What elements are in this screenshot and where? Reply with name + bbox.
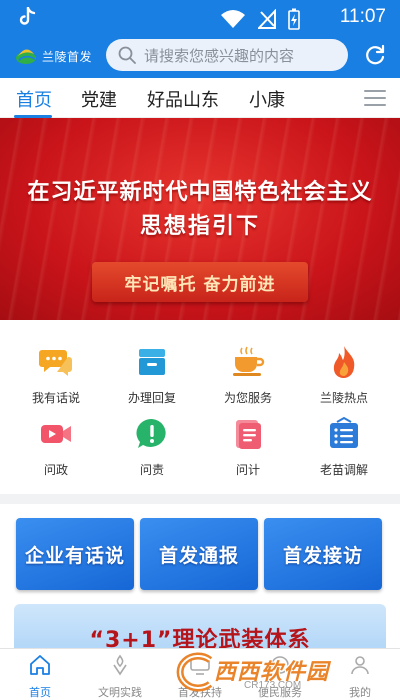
quick-link-label: 问政 [43, 463, 68, 477]
battery-charging-icon [288, 8, 300, 30]
watermark-subtext: CR173.COM [244, 680, 302, 691]
quick-link-speak[interactable]: 我有话说 [8, 344, 104, 414]
feature-cards: 企业有话说 首发通报 首发接访 [0, 514, 400, 592]
quick-link-reply[interactable]: 办理回复 [104, 344, 200, 414]
hero-banner[interactable]: 在习近平新时代中国特色社会主义 思想指引下 牢记嘱托 奋力前进 [0, 118, 400, 320]
card-label: 首发通报 [158, 544, 239, 567]
tiktok-icon [19, 7, 36, 25]
exclamation-icon [136, 418, 166, 448]
nav-civilization[interactable]: 文明实践 [80, 653, 160, 700]
torch-icon [113, 654, 127, 676]
menu-icon[interactable] [364, 90, 386, 106]
banner-ribbon: 牢记嘱托 奋力前进 [92, 262, 308, 302]
coffee-cup-icon [233, 346, 265, 376]
quick-link-wenji[interactable]: 问计 [200, 416, 296, 486]
banner-ribbon-text: 牢记嘱托 奋力前进 [124, 274, 276, 295]
quick-link-hotspot[interactable]: 兰陵热点 [296, 344, 392, 414]
quick-link-label: 问责 [139, 463, 164, 477]
quick-link-label: 问计 [235, 463, 260, 477]
logo-leaf-icon [16, 49, 36, 64]
status-icons [220, 8, 300, 30]
chat-bubbles-icon [39, 350, 72, 376]
card-label: 首发接访 [282, 544, 363, 567]
status-bar: 11:07 [0, 0, 400, 34]
banner-line-2: 思想指引下 [139, 214, 260, 239]
flame-icon [333, 346, 355, 378]
quick-link-label: 老苗调解 [319, 463, 368, 477]
list-board-icon [330, 416, 358, 448]
tab-xiaokang[interactable]: 小康 [249, 86, 285, 112]
video-camera-icon [41, 425, 71, 443]
quick-link-wenze[interactable]: 问责 [104, 416, 200, 486]
card-enterprise-voice[interactable]: 企业有话说 [16, 518, 134, 590]
nav-label: 文明实践 [98, 686, 142, 699]
wifi-icon [221, 10, 245, 28]
quick-link-label: 我有话说 [31, 391, 80, 405]
card-reception[interactable]: 首发接访 [264, 518, 382, 590]
nav-label: 首页 [29, 686, 51, 699]
tab-party[interactable]: 党建 [81, 86, 117, 112]
quick-link-label: 为您服务 [223, 391, 272, 405]
home-icon [30, 655, 50, 675]
quick-link-mediation[interactable]: 老苗调解 [296, 416, 392, 486]
app-logo: 兰陵首发 [14, 44, 92, 68]
tab-shandong-goods[interactable]: 好品山东 [147, 86, 219, 112]
watermark-logo: 西西软件园 CR173.COM [164, 648, 394, 694]
card-label: 企业有话说 [24, 544, 125, 567]
app-header: 兰陵首发 请搜索您感兴趣的内容 [0, 34, 400, 78]
quick-link-label: 兰陵热点 [319, 391, 368, 405]
search-bar[interactable]: 请搜索您感兴趣的内容 [106, 39, 348, 71]
quick-link-label: 办理回复 [127, 391, 176, 405]
section-divider [0, 494, 400, 504]
refresh-icon[interactable] [364, 44, 386, 66]
banner-line-1: 在习近平新时代中国特色社会主义 [27, 180, 373, 205]
card-notice[interactable]: 首发通报 [140, 518, 258, 590]
logo-text: 兰陵首发 [42, 49, 93, 64]
quick-link-wenzheng[interactable]: 问政 [8, 416, 104, 486]
document-icon [236, 420, 261, 449]
quick-link-service[interactable]: 为您服务 [200, 344, 296, 414]
nav-home[interactable]: 首页 [0, 653, 80, 700]
watermark-c-icon [176, 652, 213, 692]
inbox-tray-icon [139, 349, 165, 375]
search-icon [118, 46, 136, 64]
quick-links-grid: 我有话说 办理回复 为您服务 兰陵热点 问政 问责 问计 老苗调解 [0, 330, 400, 492]
search-placeholder: 请搜索您感兴趣的内容 [144, 46, 295, 65]
category-tabs: 首页 党建 好品山东 小康 [0, 78, 400, 118]
status-time: 11:07 [339, 6, 386, 27]
no-signal-icon [258, 9, 276, 29]
tab-home[interactable]: 首页 [16, 86, 52, 112]
